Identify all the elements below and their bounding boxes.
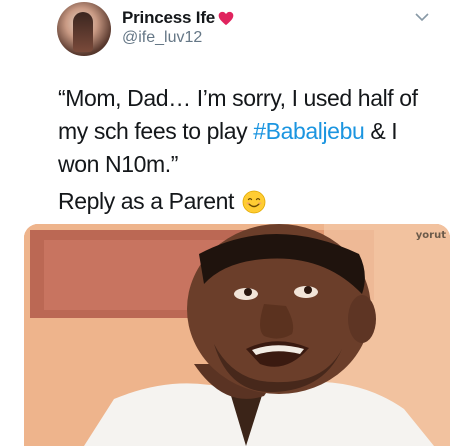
display-name[interactable]: Princess Ife (122, 8, 215, 28)
name-row: Princess Ife (122, 8, 234, 28)
tweet-text: “Mom, Dad… I’m sorry, I used half of my … (58, 82, 468, 181)
watermark: yorut (415, 230, 446, 241)
tweet-text-segment: my sch fees to play (58, 118, 254, 144)
tweet-text-segment: & I (364, 118, 398, 144)
tweet-text-line-3: won N10m.” (58, 151, 178, 177)
reply-prompt-text: Reply as a Parent (58, 188, 235, 214)
avatar[interactable] (57, 2, 111, 56)
tweet-text-line-1: “Mom, Dad… I’m sorry, I used half of (58, 85, 418, 111)
media-ear (348, 295, 376, 343)
reply-prompt: Reply as a Parent (58, 188, 266, 215)
smiling-face-emoji-icon (242, 190, 266, 213)
media-pupil (244, 288, 252, 296)
tweet-header: Princess Ife @ife_luv12 (0, 0, 474, 60)
media-illustration (24, 224, 450, 446)
chevron-down-icon[interactable] (414, 11, 430, 23)
tweet-text-line-2: my sch fees to play #Babaljebu & I (58, 115, 468, 148)
media-pupil (304, 286, 312, 294)
user-handle[interactable]: @ife_luv12 (122, 29, 202, 47)
hashtag-link[interactable]: #Babaljebu (253, 118, 365, 144)
red-heart-icon (218, 11, 234, 25)
tweet-media-image[interactable]: yorut (24, 224, 450, 446)
avatar-figure (73, 12, 93, 52)
